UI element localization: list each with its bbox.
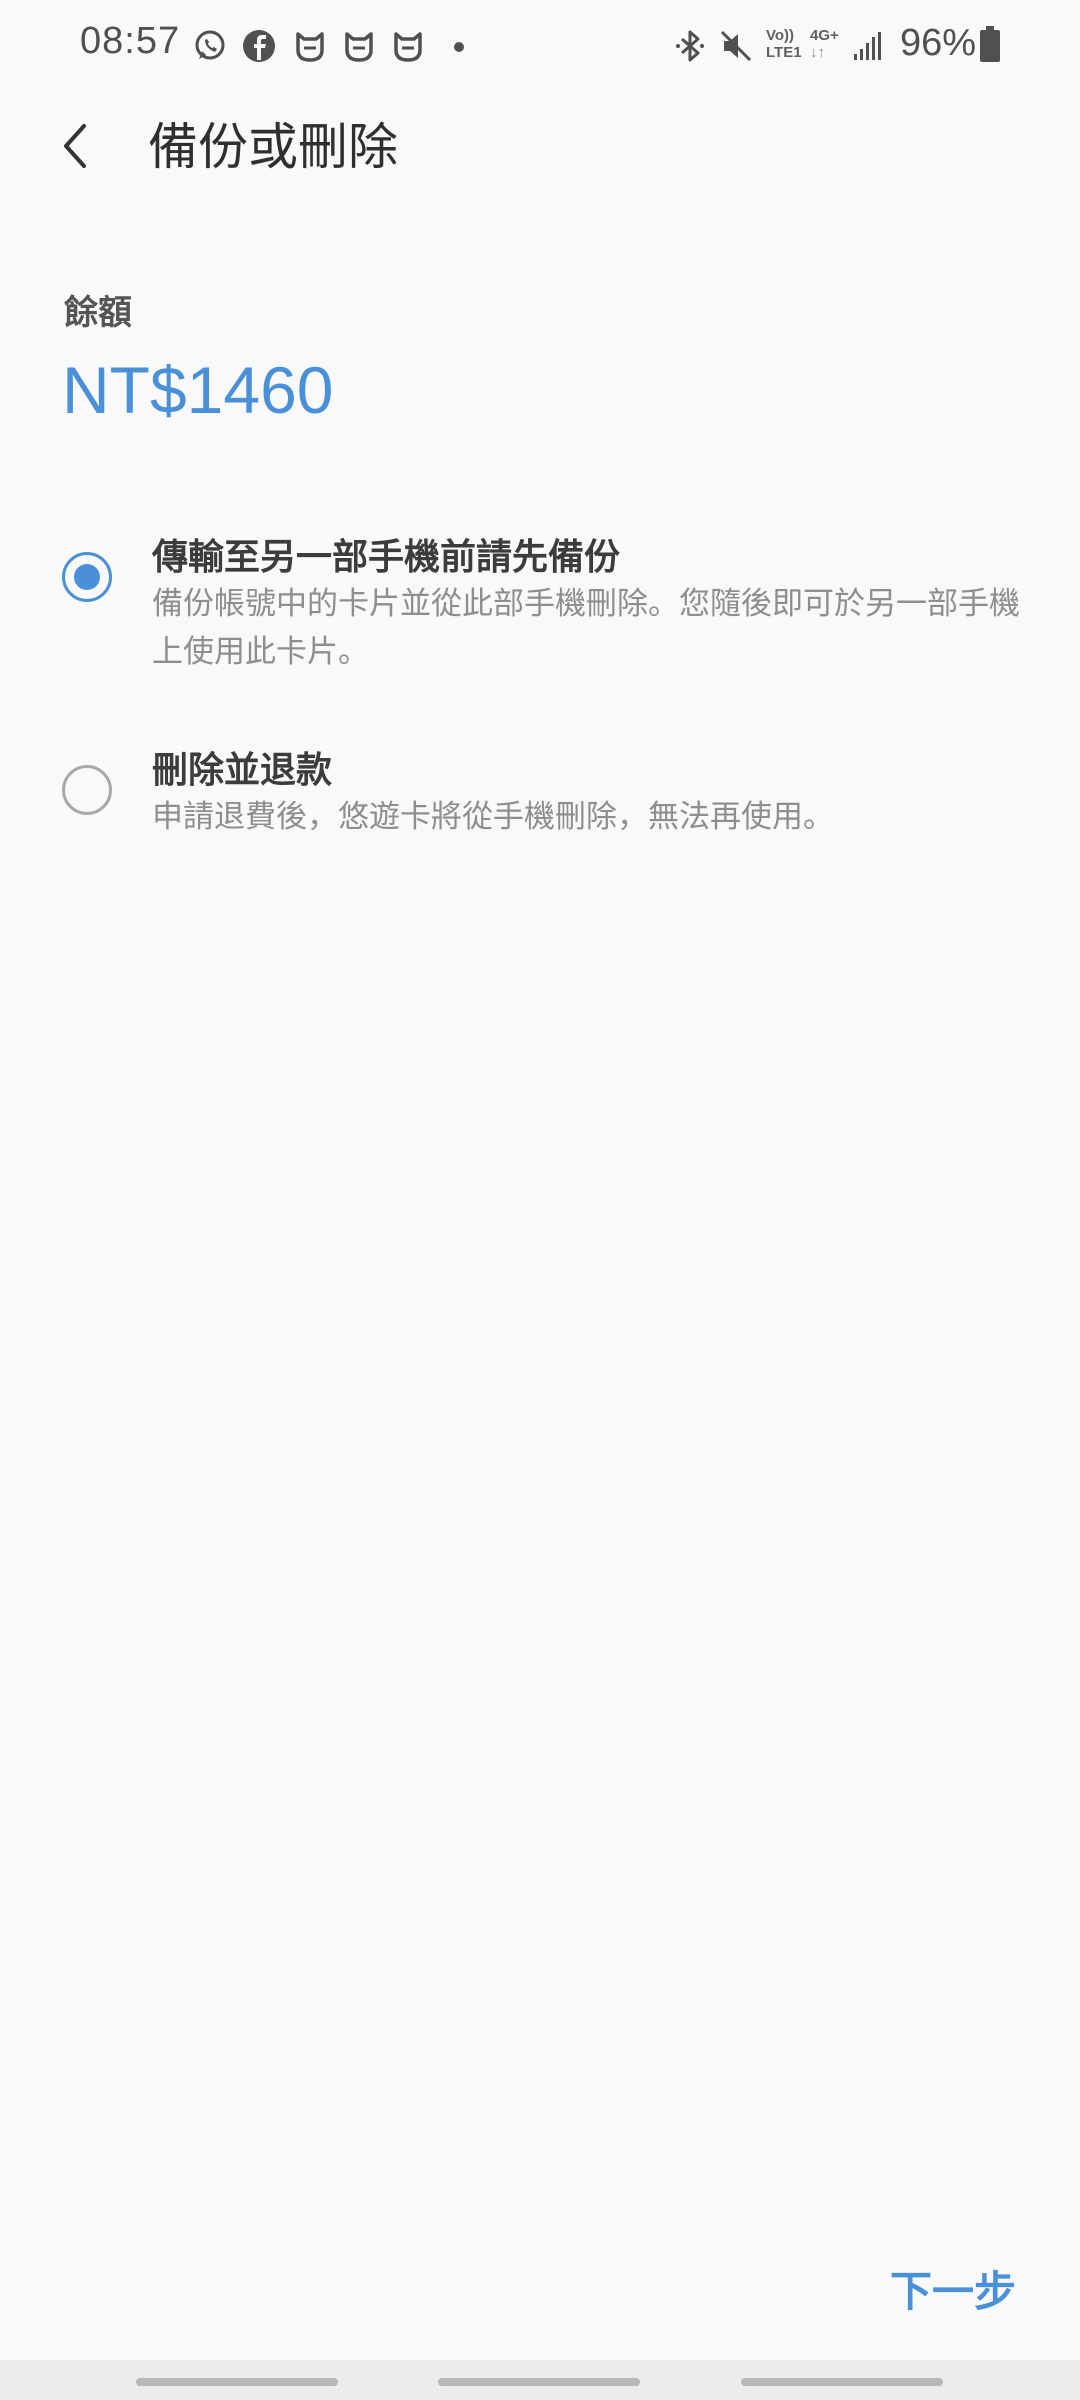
- status-bar: 08:57 Vo)) LTE1 4G+ ↓↑ 96%: [0, 0, 1080, 95]
- radio-delete-refund[interactable]: [62, 765, 112, 815]
- nav-recent-button[interactable]: [136, 2378, 338, 2386]
- balance-value: NT$1460: [62, 353, 334, 427]
- battery-percent: 96%: [900, 22, 977, 64]
- option-delete-refund-description: 申請退費後，悠遊卡將從手機刪除，無法再使用。: [152, 799, 834, 835]
- data-activity-icon: ↓↑: [810, 44, 825, 61]
- balance-label: 餘額: [64, 293, 132, 333]
- nav-home-button[interactable]: [438, 2378, 640, 2386]
- battery-icon: [980, 26, 1000, 62]
- bluetooth-icon: [672, 28, 708, 64]
- navigation-bar: [0, 2360, 1080, 2400]
- signal-strength-icon: [850, 28, 886, 64]
- chevron-left-icon: [64, 124, 86, 168]
- next-button[interactable]: 下一步: [890, 2258, 1016, 2319]
- option-delete-refund-title: 刪除並退款: [152, 750, 333, 791]
- option-backup-title: 傳輸至另一部手機前請先備份: [152, 537, 621, 578]
- mi-icon: [341, 28, 377, 64]
- network-type-indicator: 4G+ ↓↑: [810, 28, 839, 60]
- status-time: 08:57: [80, 20, 181, 62]
- facebook-icon: [241, 28, 277, 64]
- radio-backup-selected[interactable]: [62, 552, 112, 602]
- mi-icon: [390, 28, 426, 64]
- mi-icon: [292, 28, 328, 64]
- option-backup-description: 備份帳號中的卡片並從此部手機刪除。您隨後即可於另一部手機上使用此卡片。: [152, 586, 1020, 670]
- notification-dot-icon: [454, 42, 464, 52]
- volte-indicator: Vo)) LTE1: [766, 28, 802, 60]
- option-backup[interactable]: 傳輸至另一部手機前請先備份 備份帳號中的卡片並從此部手機刪除。您隨後即可於另一部…: [0, 520, 1080, 690]
- volte-top-label: Vo)): [766, 27, 795, 44]
- option-delete-refund[interactable]: 刪除並退款 申請退費後，悠遊卡將從手機刪除，無法再使用。: [0, 735, 1080, 845]
- mute-icon: [718, 28, 754, 64]
- back-button[interactable]: [40, 110, 112, 182]
- nav-back-button[interactable]: [741, 2378, 943, 2386]
- volte-bottom-label: LTE1: [766, 44, 802, 61]
- network-type-label: 4G+: [810, 27, 839, 44]
- whatsapp-icon: [192, 28, 228, 64]
- page-title: 備份或刪除: [148, 118, 398, 176]
